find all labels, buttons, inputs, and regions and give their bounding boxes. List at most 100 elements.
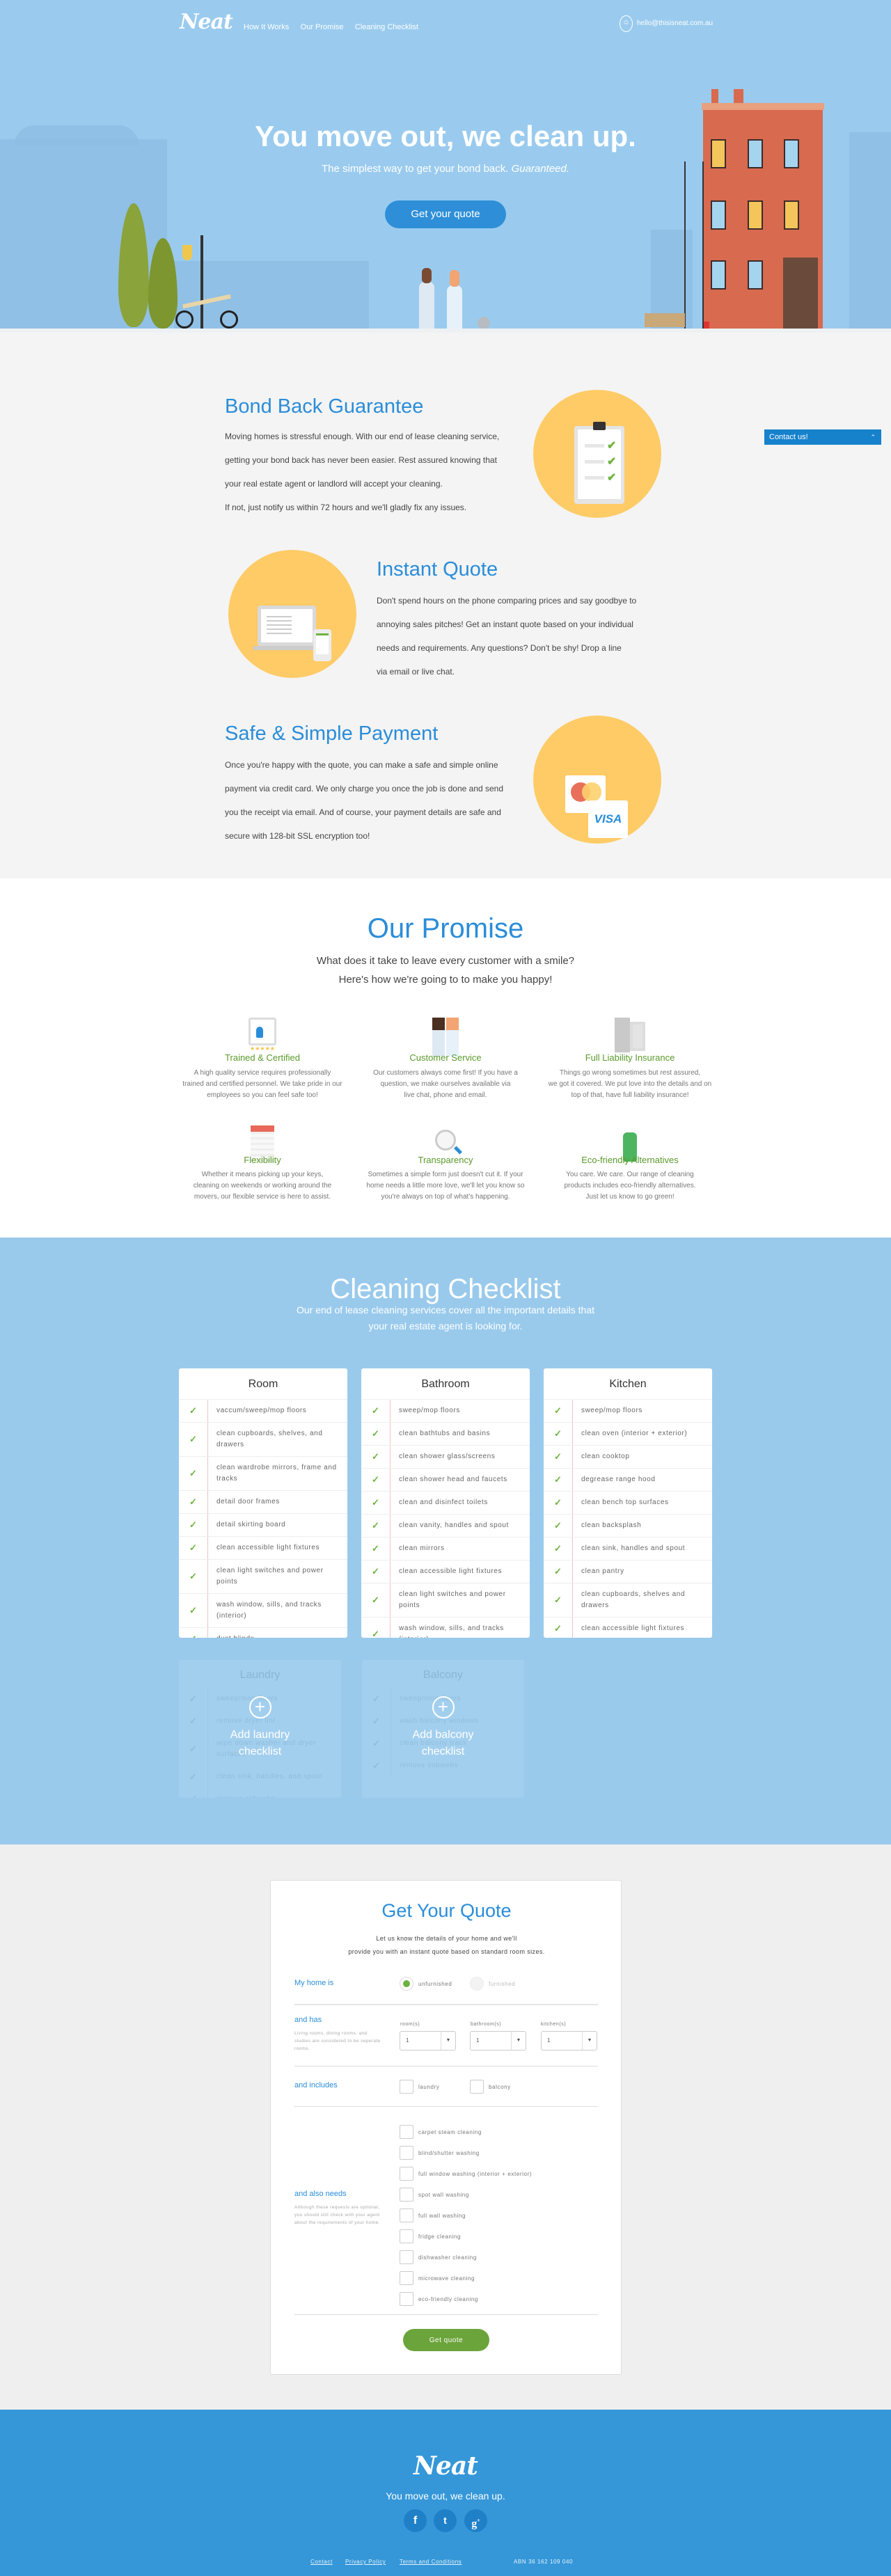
check-icon: ✓ [361,1446,391,1468]
promise-title: Transparency [418,1155,473,1165]
check-icon: ✓ [179,1788,208,1798]
extras-help-text: Although these requests are optional, yo… [294,2205,380,2225]
ground [0,329,891,333]
caret-down-icon: ▼ [582,2032,597,2050]
select-value: 1 [476,2037,480,2044]
plus-circle-icon: + [249,1696,271,1718]
cleaner-figure [419,282,434,329]
checklist-item-text: remove cobwebs [208,1788,341,1798]
text-line: home needs a little more love, we'll let… [366,1182,525,1190]
text-line: What does it take to leave every custome… [316,955,575,967]
add-checklist-overlay[interactable]: + Add balcony checklist [362,1696,524,1760]
get-your-quote-button[interactable]: Get your quote [385,200,506,228]
credit-cards-icon: VISA [533,716,661,844]
select-value: 1 [406,2037,409,2044]
kitchens-select[interactable]: 1 ▼ [541,2031,597,2050]
nav-cleaning-checklist[interactable]: Cleaning Checklist [355,23,418,31]
text-line: Our end of lease cleaning services cover… [296,1304,594,1315]
radio-unfurnished[interactable] [400,1977,413,1991]
extra-service-checkbox[interactable] [400,2188,413,2202]
google-plus-icon[interactable]: g+ [464,2509,487,2532]
checkbox-label: balcony [489,2084,511,2090]
caret-down-icon: ▼ [441,2032,455,2050]
checklist-item-text: clean cupboards, shelves and drawers [581,1590,686,1609]
logo[interactable]: Neat [180,10,233,34]
contact-email-link[interactable]: hello@thisisneat.com.au [637,19,713,27]
footer-link-contact[interactable]: Contact [310,2559,333,2565]
radio-label: furnished [489,1981,516,1987]
checklist-item: ✓ clean wardrobe mirrors, frame and track… [179,1457,347,1491]
rooms-select[interactable]: 1 ▼ [400,2031,456,2050]
chevron-up-icon: ⌃ [870,434,876,441]
checklist-item-text: degrease range hood [581,1476,656,1483]
check-icon: ✓ [179,1560,208,1593]
add-laundry-checklist-card[interactable]: Laundry ✓ sweep/mop floors ✓ remove dryer l… [179,1660,341,1798]
text-line: Don't spend hours on the phone comparing… [377,596,637,606]
text-line: needs and requirements. Any questions? D… [377,643,622,653]
street-lamp [200,235,203,329]
footer-link-privacy-policy[interactable]: Privacy Policy [345,2559,386,2565]
add-label: Add laundry [230,1729,290,1741]
checklist-item-text: vaccum/sweep/mop floors [216,1407,307,1414]
checklist-item: ✓dust blinds [179,1628,347,1638]
background-shop [174,261,369,331]
caret-down-icon: ▼ [511,2032,526,2050]
extra-service-checkbox[interactable] [400,2271,413,2285]
checklist-item-text: clean and disinfect toilets [399,1499,488,1506]
twitter-icon[interactable]: t [434,2509,457,2532]
feature-title: Bond Back Guarantee [225,395,424,418]
check-icon: ✓ [544,1583,573,1617]
check-icon: ✓ [361,1515,391,1537]
extra-service-checkbox[interactable] [400,2146,413,2160]
contact-us-widget[interactable]: Contact us! ⌃ [764,429,881,445]
includes-label: and includes [294,2081,338,2089]
add-balcony-checklist-card[interactable]: Balcony ✓ sweep/mop floors ✓ wash balcony w… [362,1660,524,1798]
extra-service-checkbox[interactable] [400,2208,413,2222]
text-line: Whether it means picking up your keys, [201,1171,324,1178]
checklist-item-text: clean accessible light fixtures [216,1544,320,1551]
rooms-help-text: Living rooms, dining rooms, and studies … [294,2031,381,2051]
checkbox-label: carpet steam cleaning [418,2129,482,2135]
balcony-checkbox[interactable] [470,2080,484,2094]
extra-service-checkbox[interactable] [400,2229,413,2243]
check-icon: ✓ [179,1400,208,1422]
cleaner-head [450,270,459,287]
cleaning-checklist-section: Cleaning Checklist Our end of lease clea… [0,1238,891,1844]
checklist-item-text: clean light switches and power points [399,1590,506,1609]
add-checklist-overlay[interactable]: + Add laundry checklist [179,1696,341,1760]
facebook-icon[interactable]: f [404,2509,427,2532]
extra-service-checkbox[interactable] [400,2125,413,2139]
text-line: Let us know the details of your home and… [376,1935,517,1942]
window [711,260,726,290]
promise-title: Flexibility [244,1155,281,1165]
our-promise-section: Our Promise What does it take to leave e… [0,878,891,1238]
check-icon: ✓ [179,1514,208,1536]
extras-label: and also needs [294,2190,347,2198]
checklist-item-text: clean cupboards, shelves, and drawers [216,1430,323,1448]
laundry-checkbox[interactable] [400,2080,413,2094]
extra-service-checkbox[interactable] [400,2292,413,2306]
extra-service-checkbox[interactable] [400,2167,413,2181]
text-line: Moving homes is stressful enough. With o… [225,432,500,441]
radio-furnished[interactable] [470,1977,484,1991]
nav-our-promise[interactable]: Our Promise [301,23,344,31]
abn-number: ABN 36 162 109 040 [514,2559,574,2565]
checklist-item: ✓ sweep/mop floors [544,1400,712,1423]
user-icon: ☺ [620,15,633,32]
get-quote-submit-button[interactable]: Get quote [403,2329,489,2351]
footer-link-terms[interactable]: Terms and Conditions [400,2559,462,2565]
divider [294,2106,598,2107]
extra-service-checkbox[interactable] [400,2250,413,2264]
nav-how-it-works[interactable]: How It Works [244,23,289,31]
checklist-item: ✓ clean shower glass/screens [361,1446,530,1469]
text-line: Sometimes a simple form just doesn't cut… [368,1171,523,1178]
checklist-item-text: clean wardrobe mirrors, frame and tracks [216,1464,337,1483]
check-icon: ✓ [544,1492,573,1514]
fire-escape [684,161,704,329]
bathrooms-select[interactable]: 1 ▼ [470,2031,526,2050]
checklist-item-text: wash window, sills, and tracks (interior… [399,1625,504,1638]
check-icon: ✓ [544,1538,573,1560]
checklist-item-text: clean shower glass/screens [399,1453,496,1460]
checkbox-label: spot wall washing [418,2192,469,2198]
visa-logo: VISA [588,800,628,838]
